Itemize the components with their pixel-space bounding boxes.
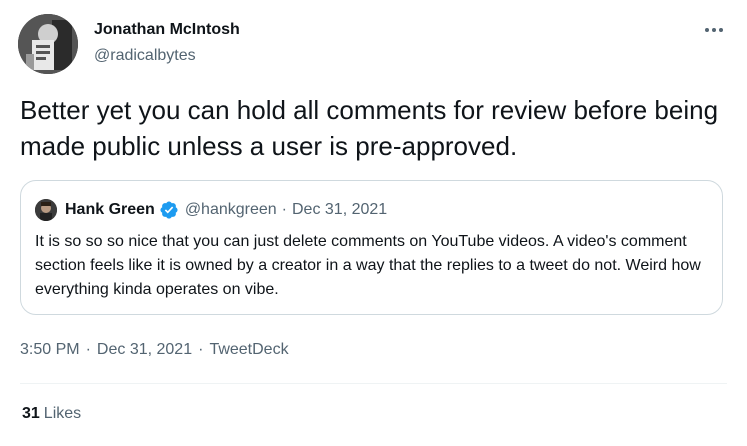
more-icon[interactable] <box>700 20 728 40</box>
tweet-time[interactable]: 3:50 PM <box>20 341 80 358</box>
quoted-tweet-text: It is so so so nice that you can just de… <box>35 233 701 298</box>
likes-label: Likes <box>43 405 82 422</box>
meta-separator: · <box>198 341 204 358</box>
author-name[interactable]: Jonathan McIntosh <box>94 20 240 40</box>
quoted-tweet[interactable]: Hank Green @hankgreen · Dec 31, 2021 It … <box>20 180 723 315</box>
author-avatar[interactable] <box>18 14 78 74</box>
quoted-author-avatar[interactable] <box>35 199 57 221</box>
quoted-author-name[interactable]: Hank Green <box>65 200 155 220</box>
quoted-author-handle[interactable]: @hankgreen <box>185 200 277 220</box>
tweet-date[interactable]: Dec 31, 2021 <box>97 341 192 358</box>
quoted-tweet-date[interactable]: Dec 31, 2021 <box>292 200 387 220</box>
likes-count: 31 <box>22 405 40 422</box>
quoted-tweet-header: Hank Green @hankgreen · Dec 31, 2021 <box>65 200 387 220</box>
tweet-source[interactable]: TweetDeck <box>209 341 288 358</box>
tweet-meta: 3:50 PM · Dec 31, 2021 · TweetDeck <box>20 340 289 360</box>
tweet-text: Better yet you can hold all comments for… <box>20 95 719 161</box>
author-handle[interactable]: @radicalbytes <box>94 46 196 66</box>
verified-badge-icon <box>159 200 179 220</box>
divider <box>20 383 727 384</box>
author-avatar-image <box>18 14 78 74</box>
more-dots-glyph <box>705 28 723 32</box>
quoted-header-separator: · <box>281 201 287 218</box>
meta-separator: · <box>85 341 91 358</box>
likes-stat[interactable]: 31 Likes <box>22 404 81 424</box>
quoted-author-avatar-image <box>35 199 57 221</box>
tweet-card: Jonathan McIntosh @radicalbytes Better y… <box>0 0 747 446</box>
